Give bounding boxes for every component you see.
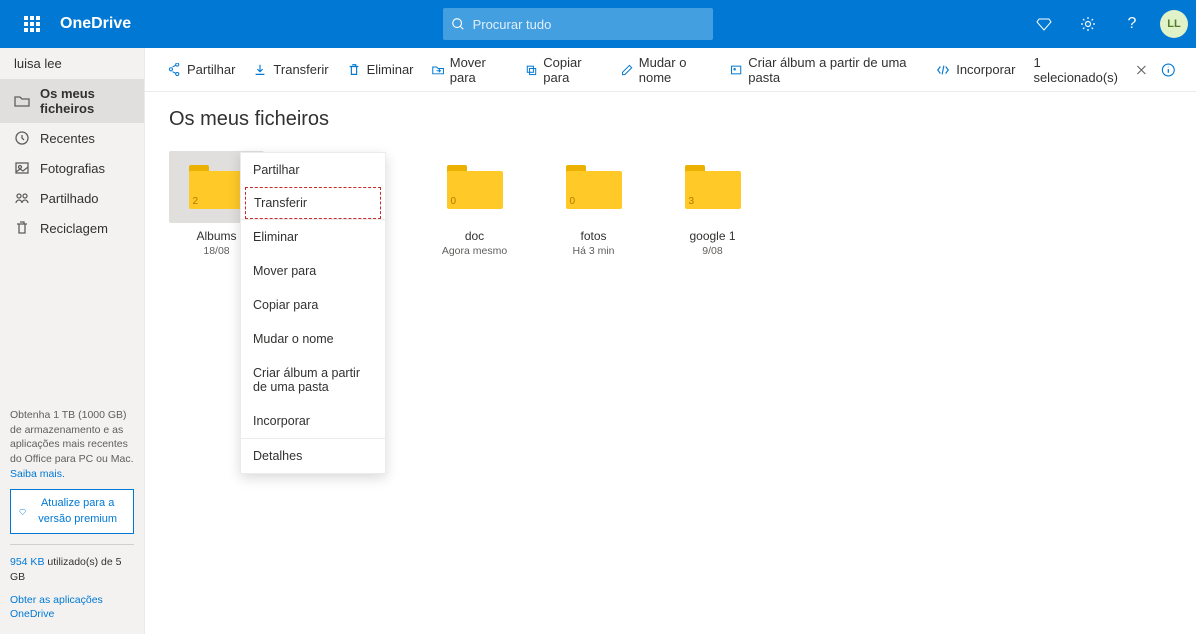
cmd-delete[interactable]: Eliminar: [347, 62, 414, 77]
cmdbar-right: 1 selecionado(s): [1033, 55, 1176, 85]
top-bar: OneDrive ? LL: [0, 0, 1196, 48]
settings-button[interactable]: [1068, 0, 1108, 48]
folder-icon: 0: [447, 165, 503, 209]
ctx-copyto[interactable]: Copiar para: [241, 288, 385, 322]
diamond-icon: [1036, 16, 1052, 32]
close-selection-button[interactable]: [1135, 63, 1148, 77]
folder-name: fotos: [546, 229, 641, 243]
embed-icon: [936, 63, 950, 77]
get-apps-link[interactable]: Obter as aplicações OneDrive: [10, 594, 103, 621]
sidebar-item-photos[interactable]: Fotografias: [0, 153, 144, 183]
info-button[interactable]: [1161, 62, 1176, 78]
search-icon: [451, 17, 465, 31]
photo-icon: [14, 160, 30, 176]
folder-date: Agora mesmo: [427, 245, 522, 257]
cmd-embed[interactable]: Incorporar: [936, 62, 1015, 77]
help-button[interactable]: ?: [1112, 0, 1152, 48]
ctx-share[interactable]: Partilhar: [241, 153, 385, 187]
ctx-download[interactable]: Transferir: [245, 187, 381, 219]
cmd-createalbum[interactable]: Criar álbum a partir de uma pasta: [730, 55, 918, 85]
sidebar-item-label: Fotografias: [40, 161, 105, 176]
people-icon: [14, 190, 30, 206]
move-icon: [432, 63, 444, 77]
command-bar: Partilhar Transferir Eliminar Mover para…: [0, 48, 1196, 92]
storage-info: 954 KB utilizado(s) de 5 GB: [10, 555, 134, 584]
ctx-embed[interactable]: Incorporar: [241, 404, 385, 438]
trash-icon: [14, 220, 30, 236]
folder-tile[interactable]: 0 fotos Há 3 min: [546, 151, 641, 257]
sidebar-item-label: Recentes: [40, 131, 95, 146]
folder-icon: 2: [189, 165, 245, 209]
app-launcher-button[interactable]: [8, 0, 56, 48]
sidebar-item-label: Partilhado: [40, 191, 99, 206]
cmd-moveto[interactable]: Mover para: [432, 55, 508, 85]
ctx-delete[interactable]: Eliminar: [241, 220, 385, 254]
user-label: luisa lee: [0, 48, 144, 79]
folder-count: 0: [570, 196, 576, 207]
folder-count: 2: [193, 196, 199, 207]
cmd-copyto[interactable]: Copiar para: [525, 55, 602, 85]
folder-date: 9/08: [665, 245, 760, 257]
album-icon: [730, 63, 742, 77]
divider: [10, 544, 134, 545]
ctx-moveto[interactable]: Mover para: [241, 254, 385, 288]
cmd-download[interactable]: Transferir: [253, 62, 328, 77]
search-input[interactable]: [473, 17, 705, 32]
sidebar-item-label: Reciclagem: [40, 221, 108, 236]
tile-surface: 0: [546, 151, 641, 223]
sidebar-item-myfiles[interactable]: Os meus ficheiros: [0, 79, 144, 123]
ctx-details[interactable]: Detalhes: [241, 439, 385, 473]
upgrade-premium-button[interactable]: Atualize para a versão premium: [10, 489, 134, 534]
folder-icon: [14, 93, 30, 109]
sidebar-item-recent[interactable]: Recentes: [0, 123, 144, 153]
search-container: [131, 8, 1024, 40]
context-menu: Partilhar Transferir Eliminar Mover para…: [240, 152, 386, 474]
share-icon: [167, 63, 181, 77]
copy-icon: [525, 63, 537, 77]
diamond-icon: [19, 506, 26, 518]
download-icon: [253, 63, 267, 77]
ctx-createalbum[interactable]: Criar álbum a partir de uma pasta: [241, 356, 385, 404]
folder-name: google 1: [665, 229, 760, 243]
brand-label: OneDrive: [60, 15, 131, 33]
folder-icon: 3: [685, 165, 741, 209]
tile-surface: 0: [427, 151, 522, 223]
promo-text: Obtenha 1 TB (1000 GB) de armazenamento …: [10, 408, 134, 467]
selection-count: 1 selecionado(s): [1033, 55, 1120, 85]
sidebar-item-label: Os meus ficheiros: [40, 86, 130, 116]
waffle-icon: [24, 16, 40, 32]
folder-name: doc: [427, 229, 522, 243]
learn-more-link[interactable]: Saiba mais.: [10, 468, 65, 480]
page-title: Os meus ficheiros: [169, 108, 1172, 131]
folder-tile[interactable]: 0 doc Agora mesmo: [427, 151, 522, 257]
folder-tile[interactable]: 3 google 1 9/08: [665, 151, 760, 257]
premium-diamond-button[interactable]: [1024, 0, 1064, 48]
help-icon: ?: [1128, 15, 1137, 33]
folder-date: Há 3 min: [546, 245, 641, 257]
header-actions: ? LL: [1024, 0, 1188, 48]
trash-icon: [347, 63, 361, 77]
storage-used-link[interactable]: 954 KB: [10, 556, 44, 568]
ctx-rename[interactable]: Mudar o nome: [241, 322, 385, 356]
cmd-rename[interactable]: Mudar o nome: [621, 55, 712, 85]
sidebar-item-shared[interactable]: Partilhado: [0, 183, 144, 213]
cmd-share[interactable]: Partilhar: [167, 62, 235, 77]
clock-icon: [14, 130, 30, 146]
user-avatar[interactable]: LL: [1160, 10, 1188, 38]
sidebar-footer: Obtenha 1 TB (1000 GB) de armazenamento …: [0, 396, 144, 634]
folder-count: 3: [689, 196, 695, 207]
folder-icon: 0: [566, 165, 622, 209]
search-box[interactable]: [443, 8, 713, 40]
folder-count: 0: [451, 196, 457, 207]
sidebar: luisa lee Os meus ficheiros Recentes Fot…: [0, 48, 145, 634]
tile-surface: 3: [665, 151, 760, 223]
premium-button-label: Atualize para a versão premium: [30, 496, 125, 527]
pencil-icon: [621, 63, 633, 77]
gear-icon: [1080, 16, 1096, 32]
sidebar-item-recycle[interactable]: Reciclagem: [0, 213, 144, 243]
